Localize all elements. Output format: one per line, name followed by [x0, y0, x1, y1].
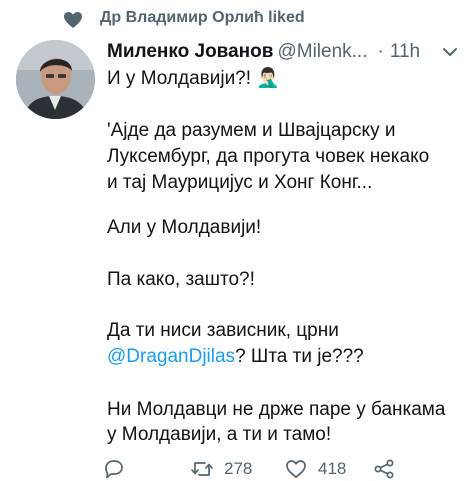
tweet-line: у Молдавији, а ти и тамо!	[107, 424, 332, 445]
avatar[interactable]	[16, 40, 95, 119]
more-icon	[443, 48, 457, 56]
tweet-timestamp[interactable]: 11h	[390, 41, 420, 62]
author-handle[interactable]: @Milenk...	[277, 41, 367, 62]
heart-outline-icon	[286, 459, 306, 478]
reply-icon	[105, 459, 123, 478]
tweet-line: 'Ајде да разумем и Швајцарску и	[107, 120, 396, 141]
liked-by-text[interactable]: Др Владимир Орлић liked	[100, 9, 305, 27]
like-button[interactable]: 418	[284, 456, 346, 481]
tweet-line-with-mention: @DraganDjilas? Шта ти је???	[107, 344, 462, 370]
share-icon	[374, 459, 394, 478]
tweet-line: Али у Молдавији!	[107, 217, 262, 238]
more-button[interactable]	[437, 40, 463, 64]
tweet-actions: 278 418	[100, 456, 468, 481]
tweet-line: И у Молдавији?! 🤦🏻‍♂️	[107, 68, 280, 89]
tweet-line: Па како, зашто?!	[107, 269, 255, 290]
tweet-line-text: ? Шта ти је???	[235, 346, 364, 367]
avatar-photo	[16, 40, 95, 119]
retweet-count: 278	[224, 458, 253, 478]
retweet-button[interactable]: 278	[190, 456, 252, 481]
tweet-line: Да ти ниси зависник, црни	[107, 320, 339, 341]
tweet-header: Миленко Јованов @Milenk... · 11h	[107, 39, 457, 65]
tweet-line: и тај Маурицијус и Хонг Конг...	[107, 172, 373, 193]
author-name[interactable]: Миленко Јованов	[107, 41, 273, 62]
heart-filled-icon	[64, 12, 82, 28]
tweet-line: Луксембург, да прогута човек некако	[107, 146, 430, 167]
retweet-icon	[191, 461, 213, 476]
mention-link[interactable]: @DraganDjilas	[107, 346, 235, 367]
share-button[interactable]	[372, 456, 396, 481]
reply-button[interactable]	[102, 456, 126, 481]
like-count: 418	[318, 458, 347, 478]
tweet-line: Ни Молдавци не држе паре у банкама	[107, 399, 446, 420]
header-separator: ·	[377, 41, 384, 62]
